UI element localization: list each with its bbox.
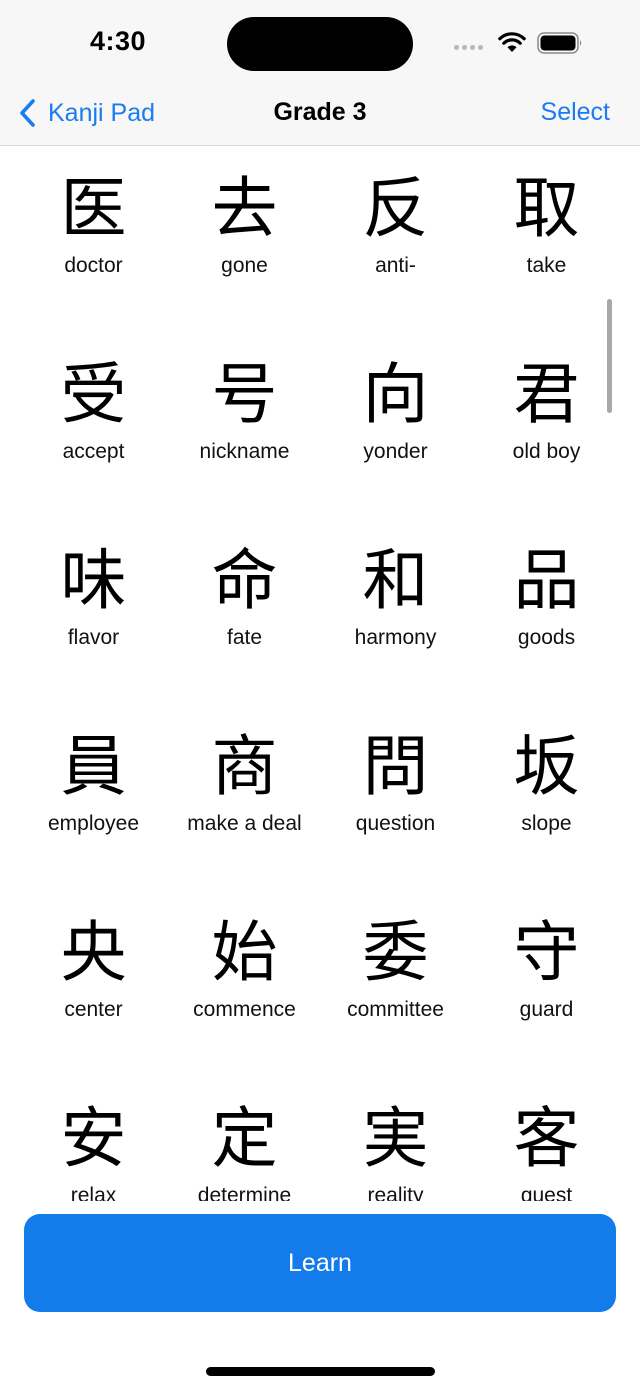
kanji-grid: 医 doctor 去 gone 反 anti- 取 take 受 accept 号 nickname 向… xyxy=(18,169,622,1201)
chevron-left-icon xyxy=(20,99,35,127)
kanji-character: 反 xyxy=(362,170,429,247)
kanji-cell[interactable]: 坂 slope xyxy=(471,727,622,913)
back-button[interactable]: Kanji Pad xyxy=(18,96,155,130)
kanji-character: 号 xyxy=(211,356,278,433)
kanji-character: 味 xyxy=(60,542,127,619)
kanji-meaning: guard xyxy=(519,998,574,1021)
kanji-cell[interactable]: 問 question xyxy=(320,727,471,913)
scrollbar[interactable] xyxy=(607,299,612,413)
kanji-character: 央 xyxy=(60,914,127,991)
kanji-meaning: slope xyxy=(521,812,572,835)
kanji-character: 問 xyxy=(362,728,429,805)
kanji-cell[interactable]: 取 take xyxy=(471,169,622,355)
kanji-character: 取 xyxy=(513,170,580,247)
navigation-bar: 4:30 Kanji Pad Grade 3 Select xyxy=(0,0,640,146)
kanji-meaning: doctor xyxy=(64,254,123,277)
kanji-character: 守 xyxy=(513,914,580,991)
page-title: Grade 3 xyxy=(273,98,367,126)
wifi-icon xyxy=(498,32,526,52)
kanji-cell[interactable]: 客 guest xyxy=(471,1099,622,1201)
kanji-meaning: guest xyxy=(520,1184,573,1201)
kanji-meaning: employee xyxy=(47,812,140,835)
kanji-cell[interactable]: 受 accept xyxy=(18,355,169,541)
kanji-character: 実 xyxy=(362,1100,429,1177)
kanji-meaning: committee xyxy=(347,998,444,1021)
kanji-cell[interactable]: 商 make a deal xyxy=(169,727,320,913)
kanji-meaning: fate xyxy=(226,626,263,649)
kanji-cell[interactable]: 反 anti- xyxy=(320,169,471,355)
status-time: 4:30 xyxy=(90,26,147,56)
kanji-character: 商 xyxy=(211,728,278,805)
kanji-cell[interactable]: 号 nickname xyxy=(169,355,320,541)
kanji-character: 委 xyxy=(362,914,429,991)
kanji-character: 坂 xyxy=(513,728,580,805)
kanji-cell[interactable]: 守 guard xyxy=(471,913,622,1099)
select-button[interactable]: Select xyxy=(541,98,610,127)
back-button-label: Kanji Pad xyxy=(48,98,156,127)
home-indicator xyxy=(206,1367,435,1376)
kanji-character: 君 xyxy=(513,356,580,433)
kanji-meaning: nickname xyxy=(199,440,290,463)
learn-button[interactable]: Learn xyxy=(24,1214,616,1312)
kanji-grid-scroll-area[interactable]: 医 doctor 去 gone 反 anti- 取 take 受 accept 号 nickname 向… xyxy=(0,147,640,1201)
dynamic-island xyxy=(227,17,413,71)
kanji-character: 受 xyxy=(60,356,127,433)
kanji-cell[interactable]: 定 determine xyxy=(169,1099,320,1201)
kanji-character: 向 xyxy=(362,356,429,433)
kanji-meaning: gone xyxy=(221,254,268,277)
kanji-meaning: question xyxy=(355,812,436,835)
kanji-meaning: center xyxy=(64,998,123,1021)
kanji-character: 員 xyxy=(60,728,127,805)
kanji-character: 客 xyxy=(513,1100,580,1177)
kanji-meaning: flavor xyxy=(67,626,120,649)
kanji-meaning: accept xyxy=(62,440,125,463)
kanji-cell[interactable]: 去 gone xyxy=(169,169,320,355)
cellular-signal-icon xyxy=(454,45,483,50)
kanji-cell[interactable]: 和 harmony xyxy=(320,541,471,727)
kanji-cell[interactable]: 安 relax xyxy=(18,1099,169,1201)
kanji-meaning: take xyxy=(526,254,567,277)
kanji-meaning: determine xyxy=(197,1184,292,1201)
kanji-cell[interactable]: 向 yonder xyxy=(320,355,471,541)
kanji-cell[interactable]: 命 fate xyxy=(169,541,320,727)
kanji-meaning: yonder xyxy=(363,440,428,463)
bottom-toolbar: Learn xyxy=(0,1201,640,1387)
kanji-meaning: relax xyxy=(70,1184,117,1201)
kanji-cell[interactable]: 君 old boy xyxy=(471,355,622,541)
kanji-cell[interactable]: 央 center xyxy=(18,913,169,1099)
kanji-meaning: old boy xyxy=(512,440,581,463)
kanji-cell[interactable]: 員 employee xyxy=(18,727,169,913)
kanji-meaning: anti- xyxy=(375,254,416,277)
kanji-character: 去 xyxy=(211,170,278,247)
kanji-cell[interactable]: 品 goods xyxy=(471,541,622,727)
kanji-meaning: goods xyxy=(517,626,576,649)
kanji-cell[interactable]: 始 commence xyxy=(169,913,320,1099)
kanji-character: 安 xyxy=(60,1100,127,1177)
kanji-character: 医 xyxy=(60,170,127,247)
kanji-character: 和 xyxy=(362,542,429,619)
kanji-character: 定 xyxy=(211,1100,278,1177)
kanji-meaning: harmony xyxy=(354,626,437,649)
kanji-character: 命 xyxy=(211,542,278,619)
battery-icon xyxy=(537,32,582,54)
kanji-meaning: make a deal xyxy=(187,812,302,835)
kanji-character: 品 xyxy=(513,542,580,619)
kanji-meaning: reality xyxy=(367,1184,424,1201)
kanji-meaning: commence xyxy=(193,998,296,1021)
kanji-cell[interactable]: 味 flavor xyxy=(18,541,169,727)
kanji-cell[interactable]: 実 reality xyxy=(320,1099,471,1201)
kanji-character: 始 xyxy=(211,914,278,991)
kanji-cell[interactable]: 委 committee xyxy=(320,913,471,1099)
kanji-cell[interactable]: 医 doctor xyxy=(18,169,169,355)
